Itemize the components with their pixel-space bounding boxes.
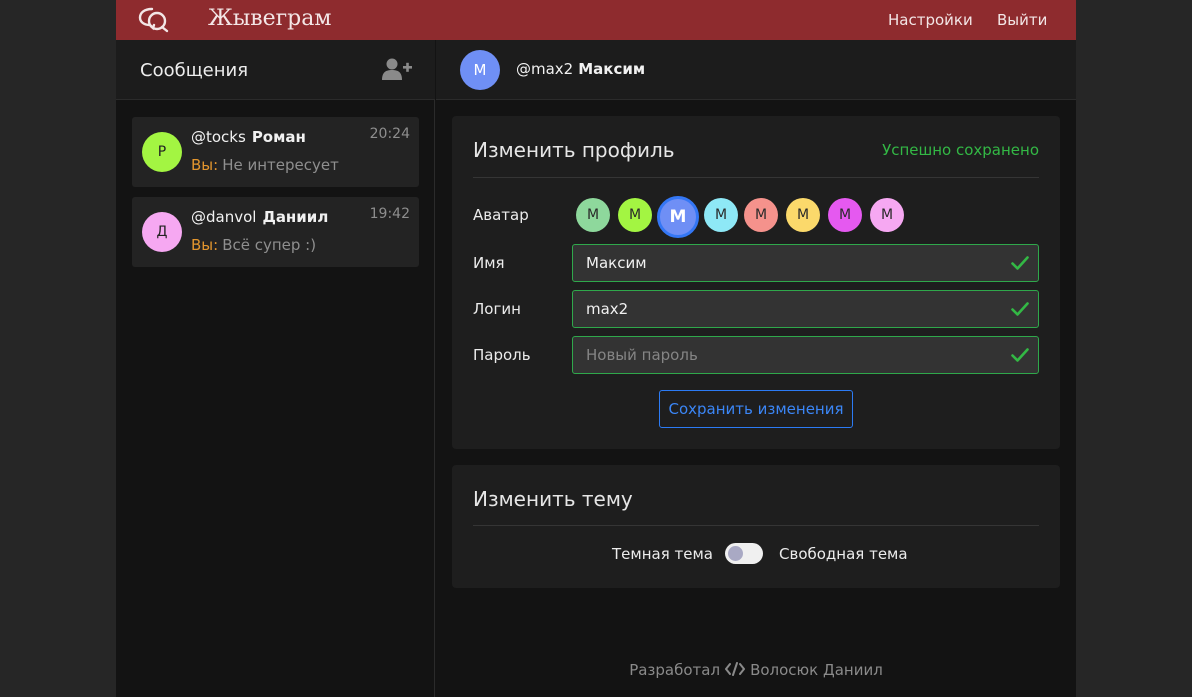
edit-theme-title: Изменить тему [473, 487, 633, 511]
current-username: @max2 [516, 60, 574, 78]
password-label: Пароль [473, 346, 531, 364]
name-field[interactable]: Максим [572, 244, 1039, 282]
chat-contact-name: Роман [251, 128, 306, 146]
chat-last-message: Всё супер :) [222, 236, 317, 254]
sidebar-header: Сообщения [116, 40, 435, 100]
chat-avatar: Д [142, 212, 182, 252]
theme-switch-row: Темная тема Свободная тема [452, 543, 1060, 567]
edit-profile-card: Изменить профиль Успешно сохранено Авата… [452, 116, 1060, 449]
avatar-option-selected[interactable]: М [657, 196, 699, 238]
current-user-avatar[interactable]: М [460, 50, 500, 90]
current-user-info: @max2 Максим [516, 60, 645, 78]
current-user-name: Максим [578, 60, 646, 78]
toggle-knob [728, 546, 743, 561]
password-placeholder: Новый пароль [586, 346, 698, 364]
avatar-option[interactable]: М [786, 198, 820, 232]
chat-time: 20:24 [369, 126, 410, 142]
chat-preview: Вы: Не интересует [191, 156, 339, 174]
footer-credits: Разработал Волосюк Даниил [436, 661, 1076, 679]
name-label: Имя [473, 254, 505, 272]
check-icon [1011, 256, 1029, 270]
chat-list-item[interactable]: Р @tocks Роман 20:24 Вы: Не интересует [132, 117, 419, 187]
chat-time: 19:42 [369, 206, 410, 222]
chat-username: @tocks [191, 128, 246, 146]
chat-avatar: Р [142, 132, 182, 172]
theme-toggle[interactable] [725, 543, 763, 564]
brand-name[interactable]: Жывеграм [208, 6, 331, 31]
chat-logo-icon [138, 7, 169, 33]
footer-author: Волосюк Даниил [750, 661, 883, 679]
top-bar: Жывеграм Настройки Выйти [116, 0, 1076, 40]
sidebar: Сообщения Р @tocks Роман 20:24 Вы: Не инте… [116, 40, 435, 697]
app-window: Жывеграм Настройки Выйти Сообщения Р @to… [116, 0, 1076, 697]
edit-theme-card: Изменить тему Темная тема Свободная тема [452, 465, 1060, 588]
chat-preview: Вы: Всё супер :) [191, 236, 316, 254]
code-icon [725, 662, 746, 676]
chat-list-item[interactable]: Д @danvol Даниил 19:42 Вы: Всё супер :) [132, 197, 419, 267]
check-icon [1011, 348, 1029, 362]
save-changes-button[interactable]: Сохранить изменения [659, 390, 853, 428]
avatar-option[interactable]: М [704, 198, 738, 232]
free-theme-label: Свободная тема [779, 545, 908, 563]
chat-you-label: Вы: [191, 156, 219, 174]
divider [473, 525, 1039, 526]
avatar-option[interactable]: М [618, 198, 652, 232]
avatar-option[interactable]: М [870, 198, 904, 232]
login-field[interactable]: max2 [572, 290, 1039, 328]
avatar-label: Аватар [473, 206, 529, 224]
save-status-message: Успешно сохранено [882, 141, 1039, 159]
settings-link[interactable]: Настройки [888, 11, 973, 29]
name-value: Максим [586, 254, 647, 272]
check-icon [1011, 302, 1029, 316]
chat-username: @danvol [191, 208, 257, 226]
sidebar-title: Сообщения [140, 60, 249, 81]
logout-link[interactable]: Выйти [997, 11, 1047, 29]
chat-last-message: Не интересует [222, 156, 339, 174]
edit-profile-title: Изменить профиль [473, 138, 675, 162]
current-user-header: М @max2 Максим [436, 40, 1076, 100]
divider [473, 177, 1039, 178]
add-user-icon[interactable] [382, 57, 412, 81]
chat-contact: @danvol Даниил [191, 208, 328, 226]
dark-theme-label: Темная тема [612, 545, 713, 563]
chat-contact: @tocks Роман [191, 128, 306, 146]
password-field[interactable]: Новый пароль [572, 336, 1039, 374]
avatar-option[interactable]: М [576, 198, 610, 232]
avatar-option[interactable]: М [828, 198, 862, 232]
chat-you-label: Вы: [191, 236, 219, 254]
login-label: Логин [473, 300, 521, 318]
footer-prefix: Разработал [629, 661, 721, 679]
chat-contact-name: Даниил [262, 208, 329, 226]
login-value: max2 [586, 300, 629, 318]
avatar-option[interactable]: М [744, 198, 778, 232]
